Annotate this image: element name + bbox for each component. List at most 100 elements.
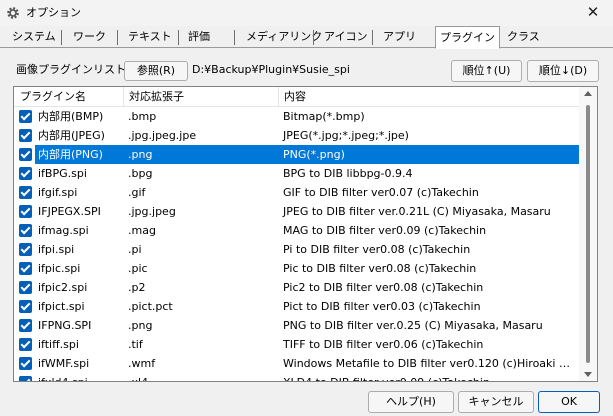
description-cell: TIFF to DIB filter ver0.06 (c)Takechin bbox=[283, 338, 484, 351]
column-header-description[interactable]: 内容 bbox=[278, 87, 579, 107]
extension-cell: .pi bbox=[128, 243, 142, 256]
table-row[interactable]: ifmag.spi .mag MAG to DIB filter ver0.09 (… bbox=[14, 221, 579, 240]
description-cell: Pict to DIB filter ver0.03 (c)Takechin bbox=[283, 300, 481, 313]
tab-separator bbox=[61, 30, 62, 45]
plugin-enabled-checkbox[interactable] bbox=[19, 338, 32, 351]
plugin-enabled-checkbox[interactable] bbox=[19, 205, 32, 218]
tab-system[interactable]: システム bbox=[10, 28, 58, 48]
plugin-enabled-checkbox[interactable] bbox=[19, 376, 32, 381]
tab-plugin[interactable]: プラグイン bbox=[435, 26, 500, 49]
table-row[interactable]: IFPNG.SPI .png PNG to DIB filter ver.0.25 … bbox=[14, 316, 579, 335]
extension-cell: .gif bbox=[128, 186, 146, 199]
plugin-enabled-checkbox[interactable] bbox=[19, 262, 32, 275]
plugin-enabled-checkbox[interactable] bbox=[19, 300, 32, 313]
plugin-name-cell: ifpic2.spi bbox=[38, 281, 88, 294]
plugin-enabled-checkbox[interactable] bbox=[19, 319, 32, 332]
extension-cell: .xl4 bbox=[123, 373, 278, 381]
close-icon[interactable]: ✕ bbox=[583, 2, 603, 22]
plugin-enabled-checkbox[interactable] bbox=[19, 167, 32, 180]
plugin-name-cell: 内部用(PNG) bbox=[35, 145, 123, 164]
plugin-name-cell: ifmag.spi bbox=[38, 224, 89, 237]
plugin-enabled-checkbox[interactable] bbox=[19, 357, 32, 370]
tab-class[interactable]: クラス bbox=[505, 28, 542, 48]
plugin-name-cell: ifpi.spi bbox=[38, 243, 75, 256]
vertical-scrollbar[interactable] bbox=[579, 87, 597, 381]
move-up-button[interactable]: 順位↑(U) bbox=[451, 60, 522, 82]
extension-cell: .png bbox=[123, 145, 278, 164]
description-cell: XLD4 to DIB filter ver0.09 (c)Takechin bbox=[278, 373, 579, 381]
tab-separator bbox=[234, 30, 235, 45]
extension-cell: .bmp bbox=[128, 110, 157, 123]
description-cell: JPEG(*.jpg;*.jpeg;*.jpe) bbox=[283, 129, 409, 142]
list-header: プラグイン名 対応拡張子 内容 bbox=[14, 87, 579, 107]
description-cell: Pic to DIB filter ver0.08 (c)Takechin bbox=[283, 262, 477, 275]
extension-cell: .mag bbox=[128, 224, 156, 237]
plugin-enabled-checkbox[interactable] bbox=[19, 148, 32, 161]
table-row[interactable]: ifgif.spi .gif GIF to DIB filter ver0.07 (… bbox=[14, 183, 579, 202]
tab-bar: システム ワーク テキスト 評価 メディアリンク アイコン アプリ プラグイン … bbox=[0, 26, 613, 49]
plugin-enabled-checkbox[interactable] bbox=[19, 281, 32, 294]
plugin-name-cell: ifgif.spi bbox=[38, 186, 78, 199]
table-row[interactable]: ifpic.spi .pic Pic to DIB filter ver0.08 (… bbox=[14, 259, 579, 278]
plugin-name-cell: ifpict.spi bbox=[38, 300, 85, 313]
move-down-button[interactable]: 順位↓(D) bbox=[527, 60, 599, 82]
extension-cell: .wmf bbox=[128, 357, 156, 370]
help-button[interactable]: ヘルプ(H) bbox=[368, 391, 454, 413]
plugin-name-cell: 内部用(JPEG) bbox=[38, 129, 105, 142]
extension-cell: .p2 bbox=[128, 281, 146, 294]
tab-separator bbox=[313, 30, 314, 45]
tab-rating[interactable]: 評価 bbox=[186, 28, 212, 48]
gear-icon bbox=[7, 7, 19, 19]
plugin-name-cell: ifWMF.spi bbox=[38, 357, 90, 370]
extension-cell: .tif bbox=[128, 338, 143, 351]
cancel-button[interactable]: キャンセル bbox=[458, 391, 534, 413]
plugin-enabled-checkbox[interactable] bbox=[19, 186, 32, 199]
table-row[interactable]: 内部用(PNG) .png PNG(*.png) bbox=[14, 145, 579, 164]
table-row[interactable]: ifBPG.spi .bpg BPG to DIB libbpg-0.9.4 bbox=[14, 164, 579, 183]
description-cell: PNG to DIB filter ver.0.25 (C) Miyasaka,… bbox=[283, 319, 543, 332]
plugin-enabled-checkbox[interactable] bbox=[19, 224, 32, 237]
plugin-enabled-checkbox[interactable] bbox=[19, 129, 32, 142]
tab-work[interactable]: ワーク bbox=[71, 28, 108, 48]
plugin-name-cell: 内部用(BMP) bbox=[38, 110, 104, 123]
plugin-path: D:¥Backup¥Plugin¥Susie_spi bbox=[192, 63, 350, 76]
table-row[interactable]: 内部用(BMP) .bmp Bitmap(*.bmp) bbox=[14, 107, 579, 126]
column-header-extension[interactable]: 対応拡張子 bbox=[123, 87, 278, 107]
ok-button[interactable]: OK bbox=[538, 391, 600, 413]
plugin-list[interactable]: プラグイン名 対応拡張子 内容 内部用(BMP) .bmp Bitmap(*.bmp… bbox=[13, 86, 598, 382]
table-row[interactable]: IFJPEGX.SPI .jpg.jpeg JPEG to DIB filter v… bbox=[14, 202, 579, 221]
plugin-name-cell: iftiff.spi bbox=[38, 338, 79, 351]
table-row[interactable]: ifxld4.spi.xl4XLD4 to DIB filter ver0.09… bbox=[14, 373, 579, 381]
plugin-name-cell: IFPNG.SPI bbox=[38, 319, 92, 332]
tab-separator bbox=[178, 30, 179, 45]
browse-button[interactable]: 参照(R) bbox=[124, 61, 188, 81]
tab-separator bbox=[372, 30, 373, 45]
description-cell: GIF to DIB filter ver0.07 (c)Takechin bbox=[283, 186, 479, 199]
table-row[interactable]: ifpi.spi .pi Pi to DIB filter ver0.08 (c)T… bbox=[14, 240, 579, 259]
description-cell: Windows Metafile to DIB filter ver0.120 … bbox=[283, 357, 579, 370]
plugin-enabled-checkbox[interactable] bbox=[19, 243, 32, 256]
plugin-enabled-checkbox[interactable] bbox=[19, 110, 32, 123]
description-cell: PNG(*.png) bbox=[278, 145, 579, 164]
scroll-down-icon[interactable] bbox=[584, 372, 592, 377]
tab-app[interactable]: アプリ bbox=[381, 28, 418, 48]
scroll-up-icon[interactable] bbox=[584, 91, 592, 96]
description-cell: MAG to DIB filter ver0.09 (c)Takechin bbox=[283, 224, 487, 237]
extension-cell: .pict.pct bbox=[128, 300, 173, 313]
table-row[interactable]: 内部用(JPEG) .jpg.jpeg.jpe JPEG(*.jpg;*.jpeg;… bbox=[14, 126, 579, 145]
description-cell: Pi to DIB filter ver0.08 (c)Takechin bbox=[283, 243, 471, 256]
window-title: オプション bbox=[26, 6, 81, 19]
table-row[interactable]: ifWMF.spi .wmf Windows Metafile to DIB fil… bbox=[14, 354, 579, 373]
table-row[interactable]: ifpic2.spi .p2 Pic2 to DIB filter ver0.08 … bbox=[14, 278, 579, 297]
tab-icon[interactable]: アイコン bbox=[322, 28, 369, 48]
table-row[interactable]: iftiff.spi .tif TIFF to DIB filter ver0.06… bbox=[14, 335, 579, 354]
extension-cell: .bpg bbox=[128, 167, 153, 180]
plugin-name-cell: ifpic.spi bbox=[38, 262, 81, 275]
table-row[interactable]: ifpict.spi .pict.pct Pict to DIB filter ve… bbox=[14, 297, 579, 316]
extension-cell: .jpg.jpeg.jpe bbox=[128, 129, 197, 142]
column-header-plugin-name[interactable]: プラグイン名 bbox=[14, 87, 123, 107]
scroll-thumb[interactable] bbox=[586, 105, 590, 363]
description-cell: Bitmap(*.bmp) bbox=[283, 110, 365, 123]
tab-text[interactable]: テキスト bbox=[126, 28, 174, 48]
extension-cell: .png bbox=[128, 319, 153, 332]
